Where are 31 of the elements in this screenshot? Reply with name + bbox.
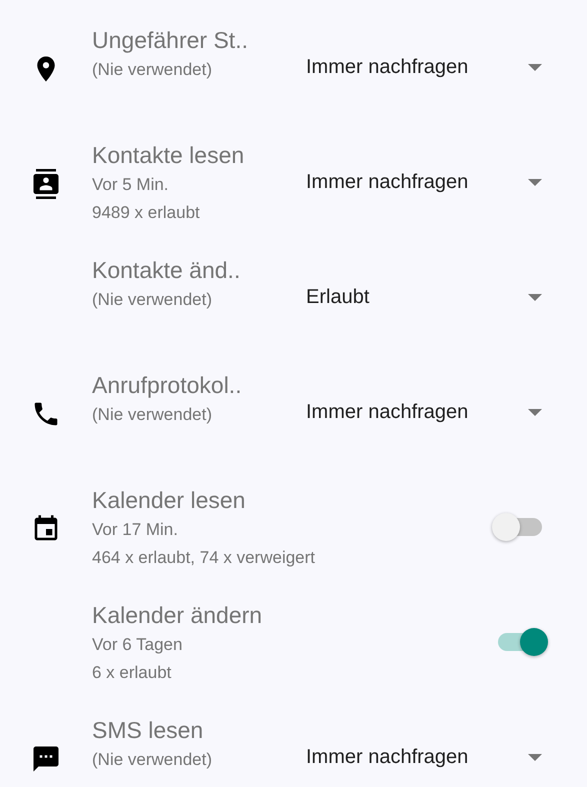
permission-detail: 6 x erlaubt — [92, 662, 172, 684]
dropdown-caret-icon — [528, 64, 542, 70]
permission-detail: Vor 6 Tagen — [92, 634, 182, 656]
dropdown-caret-icon — [528, 294, 542, 300]
permission-title: Anrufprotokol.. — [92, 371, 242, 400]
permission-title: Kontakte änd.. — [92, 256, 240, 285]
permission-detail: Vor 5 Min. — [92, 174, 169, 196]
permission-detail: 9489 x erlaubt — [92, 202, 200, 224]
permission-dropdown[interactable]: Erlaubt — [306, 283, 542, 311]
permission-dropdown[interactable]: Immer nachfragen — [306, 398, 542, 426]
permission-title: Kalender lesen — [92, 486, 246, 515]
permission-title: SMS lesen — [92, 716, 204, 745]
permission-dropdown[interactable]: Immer nachfragen — [306, 53, 542, 81]
permission-title: Kontakte lesen — [92, 141, 244, 170]
permission-detail: (Nie verwendet) — [92, 289, 212, 311]
permission-dropdown[interactable]: Immer nachfragen — [306, 743, 542, 771]
chat-bubble-icon — [31, 744, 61, 774]
permission-dropdown[interactable]: Immer nachfragen — [306, 168, 542, 196]
contacts-icon — [31, 169, 61, 199]
permission-title: Kalender ändern — [92, 601, 262, 630]
switch-thumb[interactable] — [520, 628, 548, 656]
dropdown-caret-icon — [528, 178, 542, 186]
permission-detail: (Nie verwendet) — [92, 59, 212, 81]
dropdown-caret-icon — [528, 754, 542, 760]
permission-detail: (Nie verwendet) — [92, 404, 212, 426]
permission-title: Ungefährer St.. — [92, 26, 248, 55]
permission-detail: 464 x erlaubt, 74 x verweigert — [92, 547, 316, 569]
permission-detail: Vor 17 Min. — [92, 519, 178, 541]
dropdown-caret-icon — [528, 408, 542, 416]
permission-detail: (Nie verwendet) — [92, 749, 212, 771]
switch-thumb[interactable] — [492, 513, 520, 541]
